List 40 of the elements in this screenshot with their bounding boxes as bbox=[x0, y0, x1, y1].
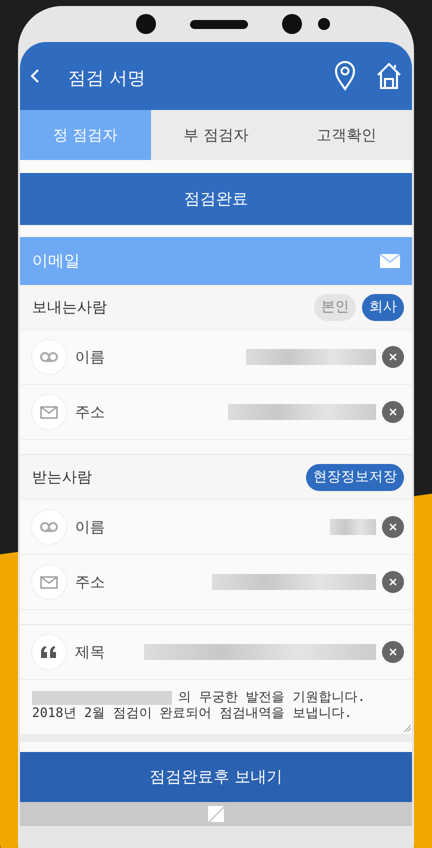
camera-icon bbox=[136, 14, 156, 34]
location-button[interactable] bbox=[334, 61, 356, 91]
close-icon bbox=[389, 523, 397, 531]
field-label: 주소 bbox=[75, 572, 105, 592]
section-label: 받는사람 bbox=[32, 468, 92, 486]
back-icon bbox=[30, 68, 40, 84]
clear-button[interactable] bbox=[382, 571, 404, 593]
home-button[interactable] bbox=[376, 62, 402, 90]
clear-button[interactable] bbox=[382, 401, 404, 423]
section-title: 이메일 bbox=[32, 250, 80, 272]
message-text: 의 무궁한 발전을 기원합니다. bbox=[178, 690, 366, 706]
resize-handle-icon bbox=[403, 724, 411, 732]
sensor-icon bbox=[318, 18, 330, 30]
close-icon bbox=[389, 578, 397, 586]
recent-apps-icon bbox=[208, 806, 224, 822]
field-label: 제목 bbox=[75, 642, 105, 662]
clear-button[interactable] bbox=[382, 346, 404, 368]
back-button[interactable] bbox=[30, 68, 40, 84]
save-site-button[interactable]: 현장정보저장 bbox=[306, 464, 404, 490]
mail-icon bbox=[380, 254, 400, 268]
message-text: 2018년 2월 점검이 완료되어 점검내역을 보냅니다. bbox=[32, 706, 352, 722]
close-icon bbox=[389, 408, 397, 416]
clear-button[interactable] bbox=[382, 516, 404, 538]
field-label: 이름 bbox=[75, 348, 105, 366]
speaker-icon bbox=[190, 20, 248, 28]
option-button[interactable]: 회사 bbox=[362, 294, 404, 320]
field-label: 주소 bbox=[75, 402, 105, 422]
section-label: 보내는사람 bbox=[32, 298, 107, 316]
camera-icon bbox=[282, 14, 302, 34]
location-pin-icon bbox=[334, 61, 356, 91]
redacted-value bbox=[330, 519, 376, 535]
option-button[interactable]: 본인 bbox=[314, 294, 356, 320]
close-icon bbox=[389, 648, 397, 656]
close-icon bbox=[389, 353, 397, 361]
home-icon bbox=[376, 62, 402, 90]
clear-button[interactable] bbox=[382, 641, 404, 663]
send-button[interactable]: 점검완료후 보내기 bbox=[20, 752, 412, 802]
screen-title: 점검 서명 bbox=[68, 67, 147, 90]
field-label: 이름 bbox=[75, 518, 105, 536]
complete-button[interactable]: 점검완료 bbox=[20, 173, 412, 225]
